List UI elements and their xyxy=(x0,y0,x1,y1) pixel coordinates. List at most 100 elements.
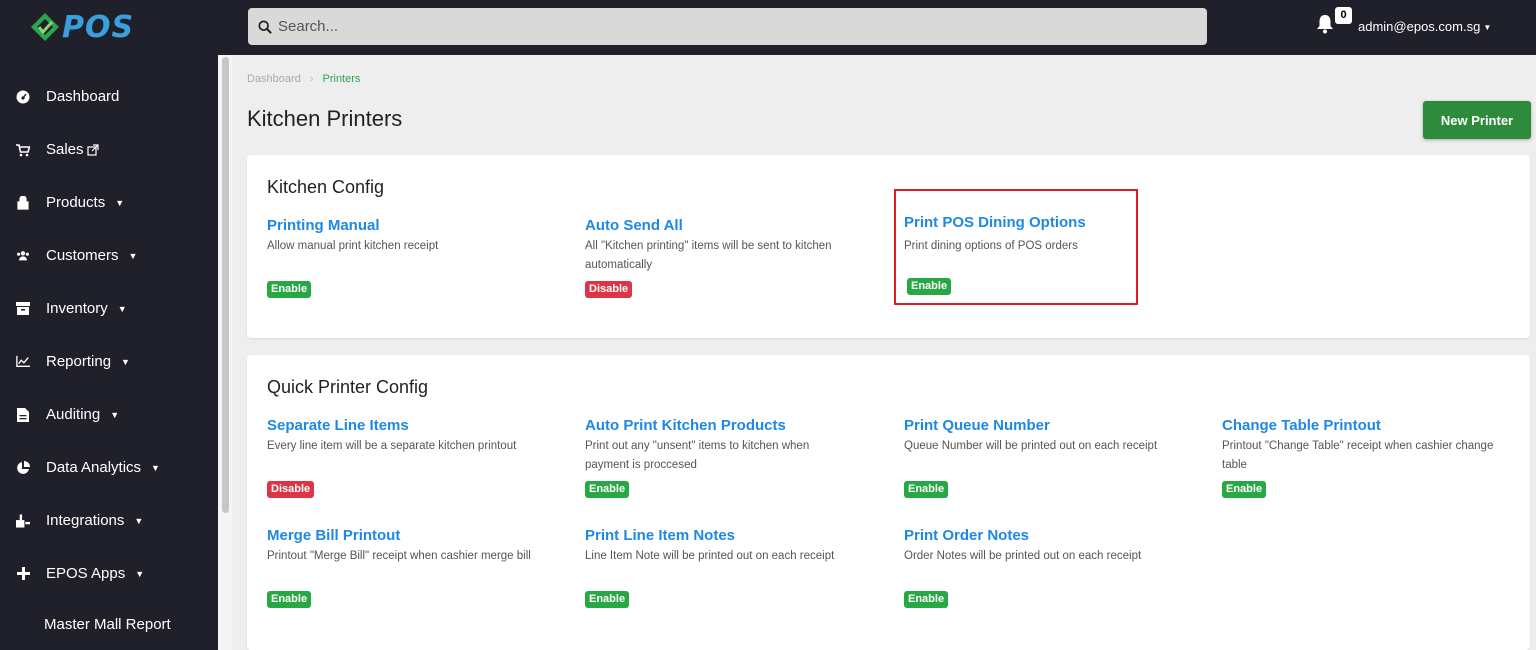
breadcrumb-current: Printers xyxy=(322,73,361,85)
sidebar-item-label: Products xyxy=(46,194,106,211)
option-separate-line-items: Separate Line Items Every line item will… xyxy=(267,417,567,498)
option-description: All "Kitchen printing" items will be sen… xyxy=(585,240,832,271)
breadcrumb-separator-icon: › xyxy=(309,73,314,85)
option-title[interactable]: Merge Bill Printout xyxy=(267,527,567,544)
option-description: Print out any "unsent" items to kitchen … xyxy=(585,440,810,471)
option-description: Allow manual print kitchen receipt xyxy=(267,240,439,252)
option-auto-send-all: Auto Send All All "Kitchen printing" ite… xyxy=(585,217,885,298)
sidebar-item-label: Auditing xyxy=(46,406,101,423)
logo-text: POS xyxy=(62,9,135,45)
new-printer-button[interactable]: New Printer xyxy=(1423,101,1531,139)
users-icon xyxy=(16,249,30,263)
status-badge[interactable]: Disable xyxy=(585,281,633,298)
caret-down-icon: ▼ xyxy=(151,462,160,473)
epos-logo-mark-icon xyxy=(31,13,59,41)
sidebar-item-dashboard[interactable]: Dashboard xyxy=(0,70,218,123)
option-print-queue-number: Print Queue Number Queue Number will be … xyxy=(904,417,1204,498)
epos-logo[interactable]: POS xyxy=(30,9,140,45)
integrations-icon xyxy=(16,513,30,528)
plus-icon xyxy=(16,567,30,581)
option-change-table-printout: Change Table Printout Printout "Change T… xyxy=(1222,417,1522,498)
sidebar-item-label: Reporting xyxy=(46,353,112,370)
caret-down-icon: ▼ xyxy=(115,197,125,208)
status-badge[interactable]: Enable xyxy=(904,481,949,498)
option-description: Every line item will be a separate kitch… xyxy=(267,440,517,452)
sidebar-item-label: Inventory xyxy=(46,300,108,317)
caret-down-icon: ▼ xyxy=(121,356,130,367)
caret-down-icon: ▼ xyxy=(135,568,145,579)
breadcrumb-dashboard-link[interactable]: Dashboard xyxy=(247,73,301,85)
sidebar-item-epos-apps[interactable]: EPOS Apps ▼ xyxy=(0,547,218,600)
search-icon xyxy=(258,19,272,34)
sidebar-item-data-analytics[interactable]: Data Analytics ▼ xyxy=(0,441,218,494)
notification-bell-icon[interactable] xyxy=(1316,14,1334,34)
option-printing-manual: Printing Manual Allow manual print kitch… xyxy=(267,217,567,298)
option-description: Order Notes will be printed out on each … xyxy=(904,550,1142,562)
card-title: Quick Printer Config xyxy=(267,377,429,397)
sidebar-item-inventory[interactable]: Inventory ▼ xyxy=(0,282,218,335)
sidebar-item-label: EPOS Apps xyxy=(46,565,126,582)
dashboard-icon xyxy=(16,90,30,104)
sidebar-item-label: Sales xyxy=(46,141,84,158)
caret-down-icon: ▼ xyxy=(128,250,138,261)
sidebar-item-products[interactable]: Products ▼ xyxy=(0,176,218,229)
caret-down-icon: ▼ xyxy=(134,515,144,526)
user-menu[interactable]: admin@epos.com.sg ▼ xyxy=(1358,19,1491,34)
chart-icon xyxy=(16,355,30,369)
sidebar-item-label: Data Analytics xyxy=(46,459,142,476)
search-bar[interactable] xyxy=(248,8,1207,45)
status-badge[interactable]: Enable xyxy=(585,591,630,608)
status-badge[interactable]: Disable xyxy=(267,481,315,498)
inventory-icon xyxy=(16,302,30,316)
products-icon xyxy=(16,195,30,210)
pie-icon xyxy=(16,460,30,475)
sidebar: Dashboard Sales Products ▼ Customers ▼ I… xyxy=(0,55,218,650)
status-badge[interactable]: Enable xyxy=(904,591,949,608)
sidebar-item-label: Customers xyxy=(46,247,119,264)
option-title[interactable]: Change Table Printout xyxy=(1222,417,1522,434)
caret-down-icon: ▼ xyxy=(117,303,127,314)
top-navbar: POS 0 admin@epos.com.sg▼ xyxy=(0,0,1536,55)
option-merge-bill-printout: Merge Bill Printout Printout "Merge Bill… xyxy=(267,527,567,608)
option-title[interactable]: Auto Send All xyxy=(585,217,885,234)
status-badge[interactable]: Enable xyxy=(1222,481,1267,498)
option-title[interactable]: Print Queue Number xyxy=(904,417,1204,434)
search-input[interactable] xyxy=(278,18,1178,35)
caret-down-icon: ▼ xyxy=(110,409,120,420)
card-title: Kitchen Config xyxy=(267,177,385,197)
sidebar-item-label: Dashboard xyxy=(46,88,120,105)
option-title[interactable]: Print Line Item Notes xyxy=(585,527,885,544)
kitchen-config-card: Kitchen Config Printing Manual Allow man… xyxy=(247,155,1530,338)
breadcrumb: Dashboard › Printers xyxy=(247,73,360,85)
page-title: Kitchen Printers xyxy=(247,106,403,131)
option-title[interactable]: Separate Line Items xyxy=(267,417,567,434)
user-email: admin@epos.com.sg xyxy=(1358,19,1481,34)
sidebar-scrollbar[interactable] xyxy=(222,57,229,513)
option-description: Queue Number will be printed out on each… xyxy=(904,440,1158,452)
sidebar-item-master-mall-report[interactable]: Master Mall Report xyxy=(44,616,171,633)
sidebar-item-label: Integrations xyxy=(46,512,125,529)
caret-down-icon: ▼ xyxy=(1483,23,1492,33)
sidebar-item-customers[interactable]: Customers ▼ xyxy=(0,229,218,282)
sidebar-item-sales[interactable]: Sales xyxy=(0,123,218,176)
option-description: Printout "Merge Bill" receipt when cashi… xyxy=(267,550,531,562)
sidebar-item-auditing[interactable]: Auditing ▼ xyxy=(0,388,218,441)
option-description: Printout "Change Table" receipt when cas… xyxy=(1222,440,1494,471)
status-badge[interactable]: Enable xyxy=(585,481,630,498)
status-badge[interactable]: Enable xyxy=(267,591,312,608)
option-title[interactable]: Auto Print Kitchen Products xyxy=(585,417,885,434)
option-auto-print-kitchen-products: Auto Print Kitchen Products Print out an… xyxy=(585,417,885,498)
option-title[interactable]: Print Order Notes xyxy=(904,527,1204,544)
cart-icon xyxy=(16,143,30,157)
external-link-icon xyxy=(86,143,99,156)
option-print-line-item-notes: Print Line Item Notes Line Item Note wil… xyxy=(585,527,885,608)
quick-printer-config-card: Quick Printer Config Separate Line Items… xyxy=(247,355,1530,650)
option-title[interactable]: Printing Manual xyxy=(267,217,567,234)
notification-count-badge: 0 xyxy=(1335,7,1352,24)
file-icon xyxy=(16,407,30,422)
sidebar-item-reporting[interactable]: Reporting ▼ xyxy=(0,335,218,388)
option-description: Line Item Note will be printed out on ea… xyxy=(585,550,835,562)
highlight-box xyxy=(894,189,1138,305)
sidebar-item-integrations[interactable]: Integrations ▼ xyxy=(0,494,218,547)
status-badge[interactable]: Enable xyxy=(267,281,312,298)
